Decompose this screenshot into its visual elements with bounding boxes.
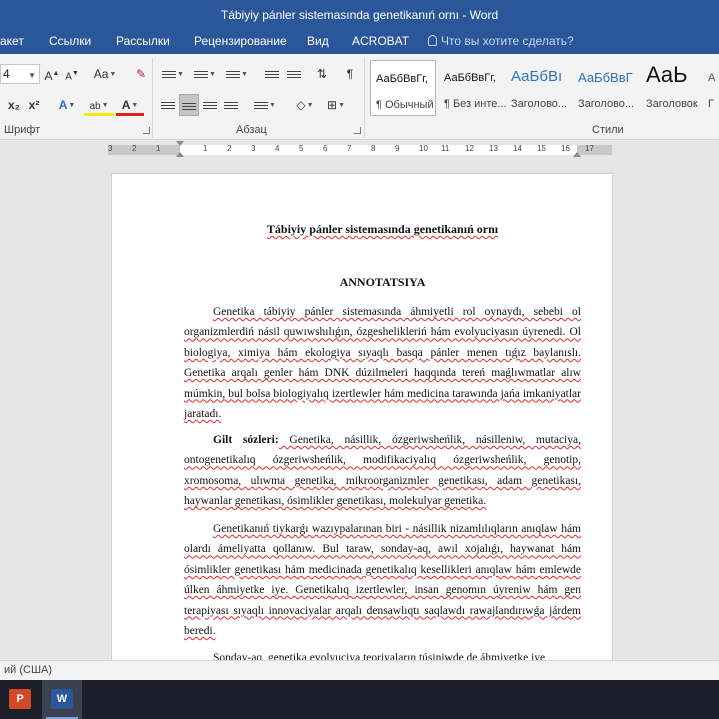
tell-me-search[interactable]: Что вы хотите сделать? bbox=[428, 34, 574, 48]
ruler-number: 14 bbox=[513, 144, 522, 153]
ruler-number: 11 bbox=[441, 144, 450, 153]
shading-button[interactable]: ◇▼ bbox=[290, 94, 320, 116]
align-left-button[interactable] bbox=[158, 94, 178, 116]
ruler-left-margin bbox=[108, 145, 180, 155]
style-subtitle[interactable]: А Г bbox=[708, 60, 719, 116]
ruler-right-margin bbox=[577, 145, 612, 155]
paragraph-group-label: Абзац bbox=[236, 124, 267, 136]
line-spacing-button[interactable]: ▼ bbox=[250, 94, 280, 116]
shrink-font-button[interactable]: A▼ bbox=[64, 63, 80, 85]
change-case-button[interactable]: Aa▼ bbox=[90, 63, 120, 85]
styles-group-label: Стили bbox=[592, 124, 624, 136]
tab-references[interactable]: Ссылки bbox=[49, 34, 91, 48]
text-effects-button[interactable]: A▼ bbox=[54, 94, 80, 116]
superscript-button[interactable]: x² bbox=[26, 94, 42, 116]
taskbar: P W bbox=[0, 680, 719, 719]
bullets-button[interactable]: ▼ bbox=[158, 63, 188, 85]
show-marks-button[interactable]: ¶ bbox=[340, 63, 360, 85]
horizontal-ruler[interactable]: 3 2 1 1 2 3 4 5 6 7 8 9 10 11 12 13 14 1… bbox=[108, 141, 612, 157]
clear-formatting-icon[interactable]: ✎ bbox=[132, 63, 150, 85]
document-page[interactable]: Tábiyiy pánler sistemasında genetikanıń … bbox=[111, 173, 613, 660]
justify-button[interactable] bbox=[221, 94, 241, 116]
ruler-number: 5 bbox=[299, 144, 304, 153]
style-no-spacing[interactable]: АаБбВвГг, ¶ Без инте... bbox=[439, 60, 507, 116]
language-indicator[interactable]: ий (США) bbox=[4, 664, 52, 676]
ribbon-tabs: акет Ссылки Рассылки Рецензирование Вид … bbox=[0, 30, 719, 54]
document-title: Tábiyiy pánler sistemasında genetikanıń … bbox=[266, 222, 499, 236]
ruler-number: 3 bbox=[108, 144, 113, 153]
taskbar-powerpoint[interactable]: P bbox=[0, 680, 40, 719]
font-group-label: Шрифт bbox=[4, 124, 41, 136]
highlight-button[interactable]: ab▼ bbox=[84, 94, 114, 116]
taskbar-word[interactable]: W bbox=[42, 680, 82, 719]
group-divider bbox=[364, 58, 365, 138]
title-bar: Tábiyiy pánler sistemasında genetikanıń … bbox=[0, 0, 719, 30]
window-title: Tábiyiy pánler sistemasında genetikanıń … bbox=[220, 8, 499, 22]
first-line-indent-marker[interactable] bbox=[176, 141, 184, 146]
style-normal[interactable]: АаБбВвГг, ¶ Обычный bbox=[370, 60, 436, 116]
paragraph-4: Sonday-aq, genetika evolyuciya teoriyala… bbox=[213, 652, 546, 660]
ruler-number: 17 bbox=[585, 144, 594, 153]
right-indent-marker[interactable] bbox=[573, 152, 581, 157]
ruler-number: 8 bbox=[371, 144, 376, 153]
document-canvas[interactable]: Tábiyiy pánler sistemasında genetikanıń … bbox=[0, 160, 719, 660]
tab-acrobat[interactable]: ACROBAT bbox=[352, 34, 409, 48]
ruler-number: 10 bbox=[419, 144, 428, 153]
style-heading-2[interactable]: АаБбВвГ Заголово... bbox=[573, 60, 639, 116]
styles-gallery: АаБбВвГг, ¶ Обычный АаБбВвГг, ¶ Без инте… bbox=[368, 58, 719, 122]
subscript-button[interactable]: x₂ bbox=[6, 94, 22, 116]
numbering-button[interactable]: ▼ bbox=[190, 63, 220, 85]
sort-icon[interactable]: ⇅ bbox=[312, 63, 332, 85]
tell-me-placeholder: Что вы хотите сделать? bbox=[441, 34, 574, 48]
powerpoint-icon: P bbox=[9, 689, 31, 709]
font-size-value: 4 bbox=[3, 67, 10, 81]
ruler-number: 1 bbox=[156, 144, 161, 153]
paragraph-keywords: Gilt sózleri: Genetika, násillik, ózgeri… bbox=[184, 434, 581, 508]
font-color-button[interactable]: A▼ bbox=[116, 94, 144, 116]
ruler-number: 2 bbox=[227, 144, 232, 153]
group-divider bbox=[152, 58, 153, 138]
chevron-down-icon: ▼ bbox=[28, 71, 36, 80]
tab-review[interactable]: Рецензирование bbox=[194, 34, 287, 48]
align-center-button[interactable] bbox=[179, 94, 199, 116]
increase-indent-button[interactable] bbox=[284, 63, 304, 85]
lightbulb-icon bbox=[428, 35, 437, 46]
ruler-number: 15 bbox=[537, 144, 546, 153]
font-size-select[interactable]: 4 ▼ bbox=[0, 64, 40, 84]
grow-font-button[interactable]: A▲ bbox=[44, 63, 60, 85]
paragraph-1: Genetika tábiyiy pánler sistemasında áhm… bbox=[184, 306, 581, 421]
ruler-number: 7 bbox=[347, 144, 352, 153]
tab-mailings[interactable]: Рассылки bbox=[116, 34, 170, 48]
ruler-number: 6 bbox=[323, 144, 328, 153]
ruler-number: 16 bbox=[561, 144, 570, 153]
ruler-number: 1 bbox=[203, 144, 208, 153]
ruler-number: 3 bbox=[251, 144, 256, 153]
word-icon: W bbox=[51, 689, 73, 709]
ruler-number: 12 bbox=[465, 144, 474, 153]
annotation-heading: ANNOTATSIYA bbox=[339, 275, 426, 289]
keywords-label: Gilt sózleri: bbox=[213, 434, 279, 446]
ribbon: 4 ▼ A▲ A▼ Aa▼ ✎ x₂ x² A▼ ab▼ A▼ Шрифт ▼ ▼… bbox=[0, 54, 719, 140]
decrease-indent-button[interactable] bbox=[262, 63, 282, 85]
paragraph-dialog-launcher-icon[interactable] bbox=[354, 127, 361, 134]
style-heading-1[interactable]: АаБбВı Заголово... bbox=[506, 60, 572, 116]
tab-view[interactable]: Вид bbox=[307, 34, 329, 48]
align-right-button[interactable] bbox=[200, 94, 220, 116]
multilevel-list-button[interactable]: ▼ bbox=[222, 63, 252, 85]
borders-button[interactable]: ⊞▼ bbox=[322, 94, 350, 116]
ruler-number: 2 bbox=[132, 144, 137, 153]
hanging-indent-marker[interactable] bbox=[176, 152, 184, 157]
style-title[interactable]: АаЬ Заголовок bbox=[641, 60, 707, 116]
ruler-number: 9 bbox=[395, 144, 400, 153]
paragraph-3: Genetikanıń tiykarǵı wazıypalarınan biri… bbox=[184, 523, 581, 638]
ruler-number: 13 bbox=[489, 144, 498, 153]
tab-layout[interactable]: акет bbox=[0, 34, 24, 48]
font-dialog-launcher-icon[interactable] bbox=[143, 127, 150, 134]
ruler-number: 4 bbox=[275, 144, 280, 153]
status-bar: ий (США) bbox=[0, 660, 719, 680]
